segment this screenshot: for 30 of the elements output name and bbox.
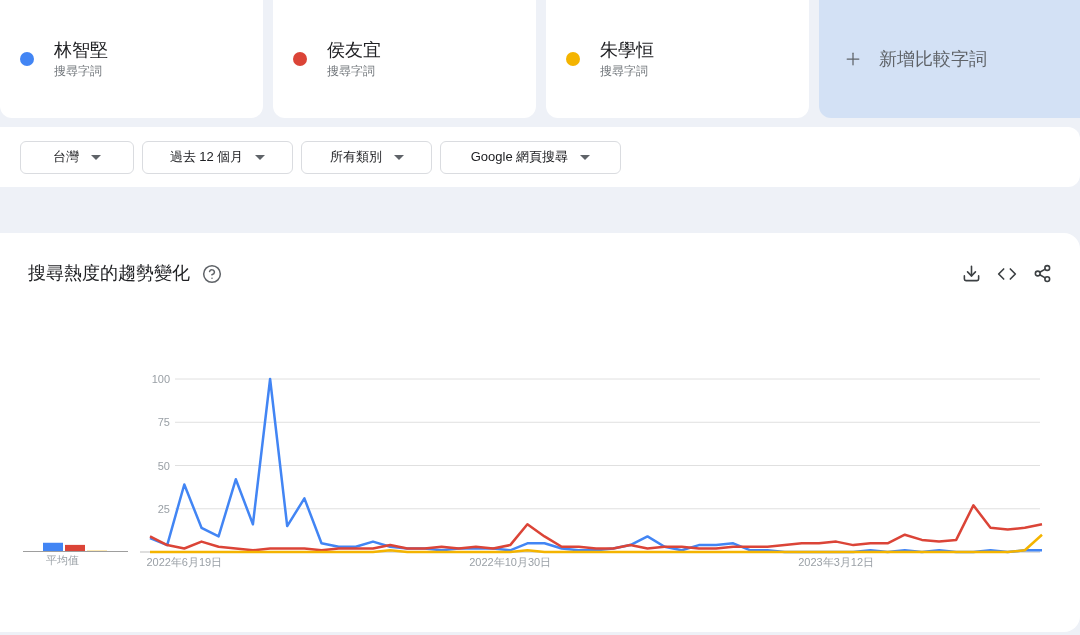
term-type-label: 搜尋字詞 (327, 63, 376, 80)
x-axis-label: 2023年3月12日 (798, 556, 875, 568)
y-axis-label: 75 (157, 416, 170, 429)
y-axis-label: 100 (151, 373, 170, 385)
term-name: 朱學恒 (600, 39, 654, 62)
caret-icon (580, 154, 591, 160)
search-term-card[interactable]: 朱學恒 搜尋字詞 (546, 0, 809, 118)
term-name: 林智堅 (54, 39, 108, 62)
share-icon[interactable] (1033, 264, 1052, 283)
term-type-label: 搜尋字詞 (600, 63, 649, 80)
caret-icon (91, 154, 101, 160)
filter-dropdown[interactable]: 過去 12 個月 (142, 140, 293, 174)
search-term-card[interactable]: 侯友宜 搜尋字詞 (273, 0, 536, 118)
search-term-card[interactable]: 林智堅 搜尋字詞 (0, 0, 263, 118)
average-label: 平均值 (46, 553, 79, 568)
y-axis-label: 25 (157, 502, 170, 515)
term-type-label: 搜尋字詞 (54, 63, 103, 80)
card-title: 搜尋熱度的趨勢變化 (28, 262, 190, 285)
download-icon[interactable] (962, 264, 981, 283)
filter-dropdown[interactable]: 台灣 (20, 140, 134, 174)
x-axis-label: 2022年10月30日 (469, 556, 552, 568)
term-name: 侯友宜 (327, 39, 381, 62)
filter-dropdown[interactable]: Google 網頁搜尋 (440, 140, 621, 174)
y-axis-label: 50 (157, 459, 170, 472)
caret-icon (393, 154, 404, 160)
help-icon[interactable] (202, 263, 222, 284)
filter-dropdown[interactable]: 所有類別 (301, 140, 432, 174)
add-term-button[interactable]: 新增比較字詞 (819, 0, 1080, 118)
caret-icon (255, 154, 266, 160)
x-axis-label: 2022年6月19日 (146, 556, 223, 568)
